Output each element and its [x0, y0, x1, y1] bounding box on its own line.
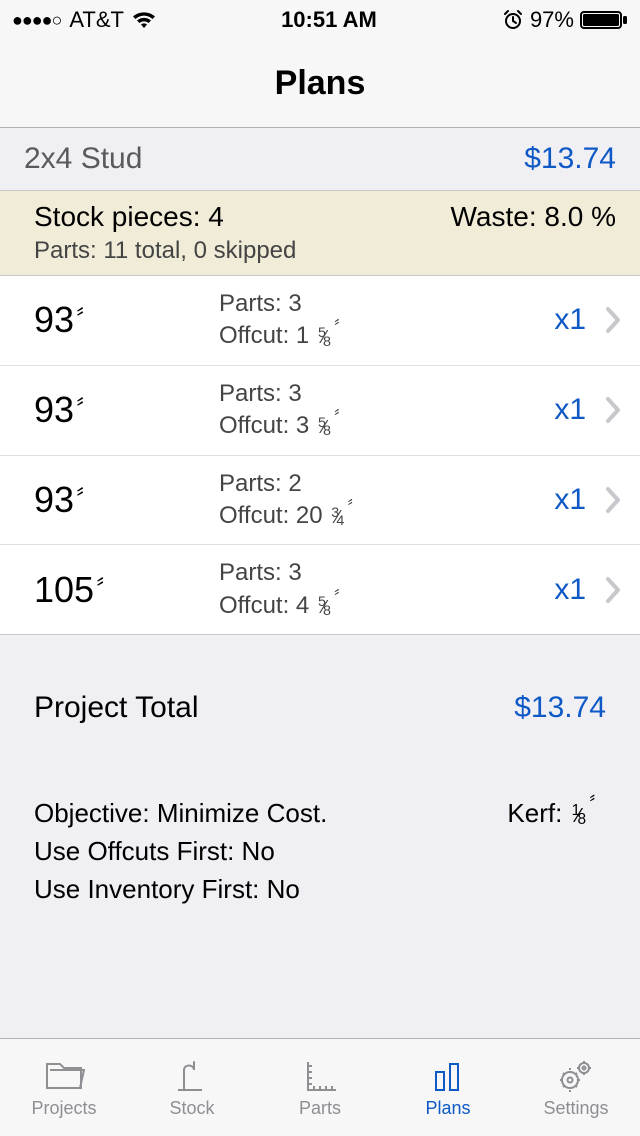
- status-right: 97%: [502, 7, 628, 33]
- material-header[interactable]: 2x4 Stud $13.74: [0, 128, 640, 191]
- cut-row[interactable]: 93〞Parts: 3Offcut: 3 5⁄8〞x1: [0, 366, 640, 456]
- project-total-row: Project Total $13.74: [0, 635, 640, 745]
- cut-details: Parts: 3Offcut: 1 5⁄8〞: [219, 288, 554, 353]
- tab-parts-label: Parts: [299, 1098, 341, 1119]
- status-time: 10:51 AM: [281, 7, 377, 33]
- tab-settings-label: Settings: [543, 1098, 608, 1119]
- page-title: Plans: [275, 64, 366, 103]
- summary-row: Stock pieces: 4 Waste: 8.0 % Parts: 11 t…: [0, 191, 640, 276]
- cut-qty: x1: [554, 393, 586, 427]
- stock-pieces-label: Stock pieces: 4: [34, 201, 224, 233]
- tab-settings[interactable]: Settings: [512, 1039, 640, 1136]
- kerf-label: Kerf: 1⁄8〞: [507, 795, 606, 833]
- tab-bar: Projects Stock Parts Plans Settings: [0, 1038, 640, 1136]
- chevron-right-icon: [604, 575, 622, 605]
- cut-details: Parts: 3Offcut: 3 5⁄8〞: [219, 378, 554, 443]
- wifi-icon: [132, 10, 156, 30]
- chevron-right-icon: [604, 485, 622, 515]
- cut-length: 93〞: [34, 389, 219, 431]
- chevron-right-icon: [604, 305, 622, 335]
- status-left: ●●●●○ AT&T: [12, 7, 156, 33]
- objective-label: Objective: Minimize Cost.: [34, 795, 327, 833]
- cut-qty: x1: [554, 483, 586, 517]
- material-price: $13.74: [524, 142, 616, 176]
- tab-parts[interactable]: Parts: [256, 1039, 384, 1136]
- cut-length: 105〞: [34, 569, 219, 611]
- material-name: 2x4 Stud: [24, 142, 142, 176]
- cut-details: Parts: 3Offcut: 4 5⁄8〞: [219, 557, 554, 622]
- tab-projects[interactable]: Projects: [0, 1039, 128, 1136]
- cut-row[interactable]: 93〞Parts: 3Offcut: 1 5⁄8〞x1: [0, 276, 640, 366]
- signal-dots-icon: ●●●●○: [12, 10, 61, 31]
- alarm-icon: [502, 9, 524, 31]
- cut-row[interactable]: 93〞Parts: 2Offcut: 20 3⁄4〞x1: [0, 456, 640, 546]
- tab-plans-label: Plans: [425, 1098, 470, 1119]
- use-offcuts-label: Use Offcuts First: No: [34, 833, 606, 871]
- nav-bar: Plans: [0, 40, 640, 128]
- parts-summary-label: Parts: 11 total, 0 skipped: [34, 237, 616, 265]
- waste-label: Waste: 8.0 %: [451, 201, 616, 233]
- tab-projects-label: Projects: [31, 1098, 96, 1119]
- cut-details: Parts: 2Offcut: 20 3⁄4〞: [219, 468, 554, 533]
- project-total-label: Project Total: [34, 691, 199, 725]
- status-bar: ●●●●○ AT&T 10:51 AM 97%: [0, 0, 640, 40]
- project-total-price: $13.74: [514, 691, 606, 725]
- carrier-label: AT&T: [69, 7, 124, 33]
- cut-qty: x1: [554, 573, 586, 607]
- cut-length: 93〞: [34, 479, 219, 521]
- battery-icon: [580, 9, 628, 31]
- cut-list: 93〞Parts: 3Offcut: 1 5⁄8〞x193〞Parts: 3Of…: [0, 276, 640, 635]
- cut-row[interactable]: 105〞Parts: 3Offcut: 4 5⁄8〞x1: [0, 545, 640, 635]
- tab-stock[interactable]: Stock: [128, 1039, 256, 1136]
- battery-pct: 97%: [530, 7, 574, 33]
- cut-qty: x1: [554, 303, 586, 337]
- plan-details: Objective: Minimize Cost. Kerf: 1⁄8〞 Use…: [0, 745, 640, 908]
- chevron-right-icon: [604, 395, 622, 425]
- tab-stock-label: Stock: [169, 1098, 214, 1119]
- cut-length: 93〞: [34, 299, 219, 341]
- use-inventory-label: Use Inventory First: No: [34, 871, 606, 909]
- tab-plans[interactable]: Plans: [384, 1039, 512, 1136]
